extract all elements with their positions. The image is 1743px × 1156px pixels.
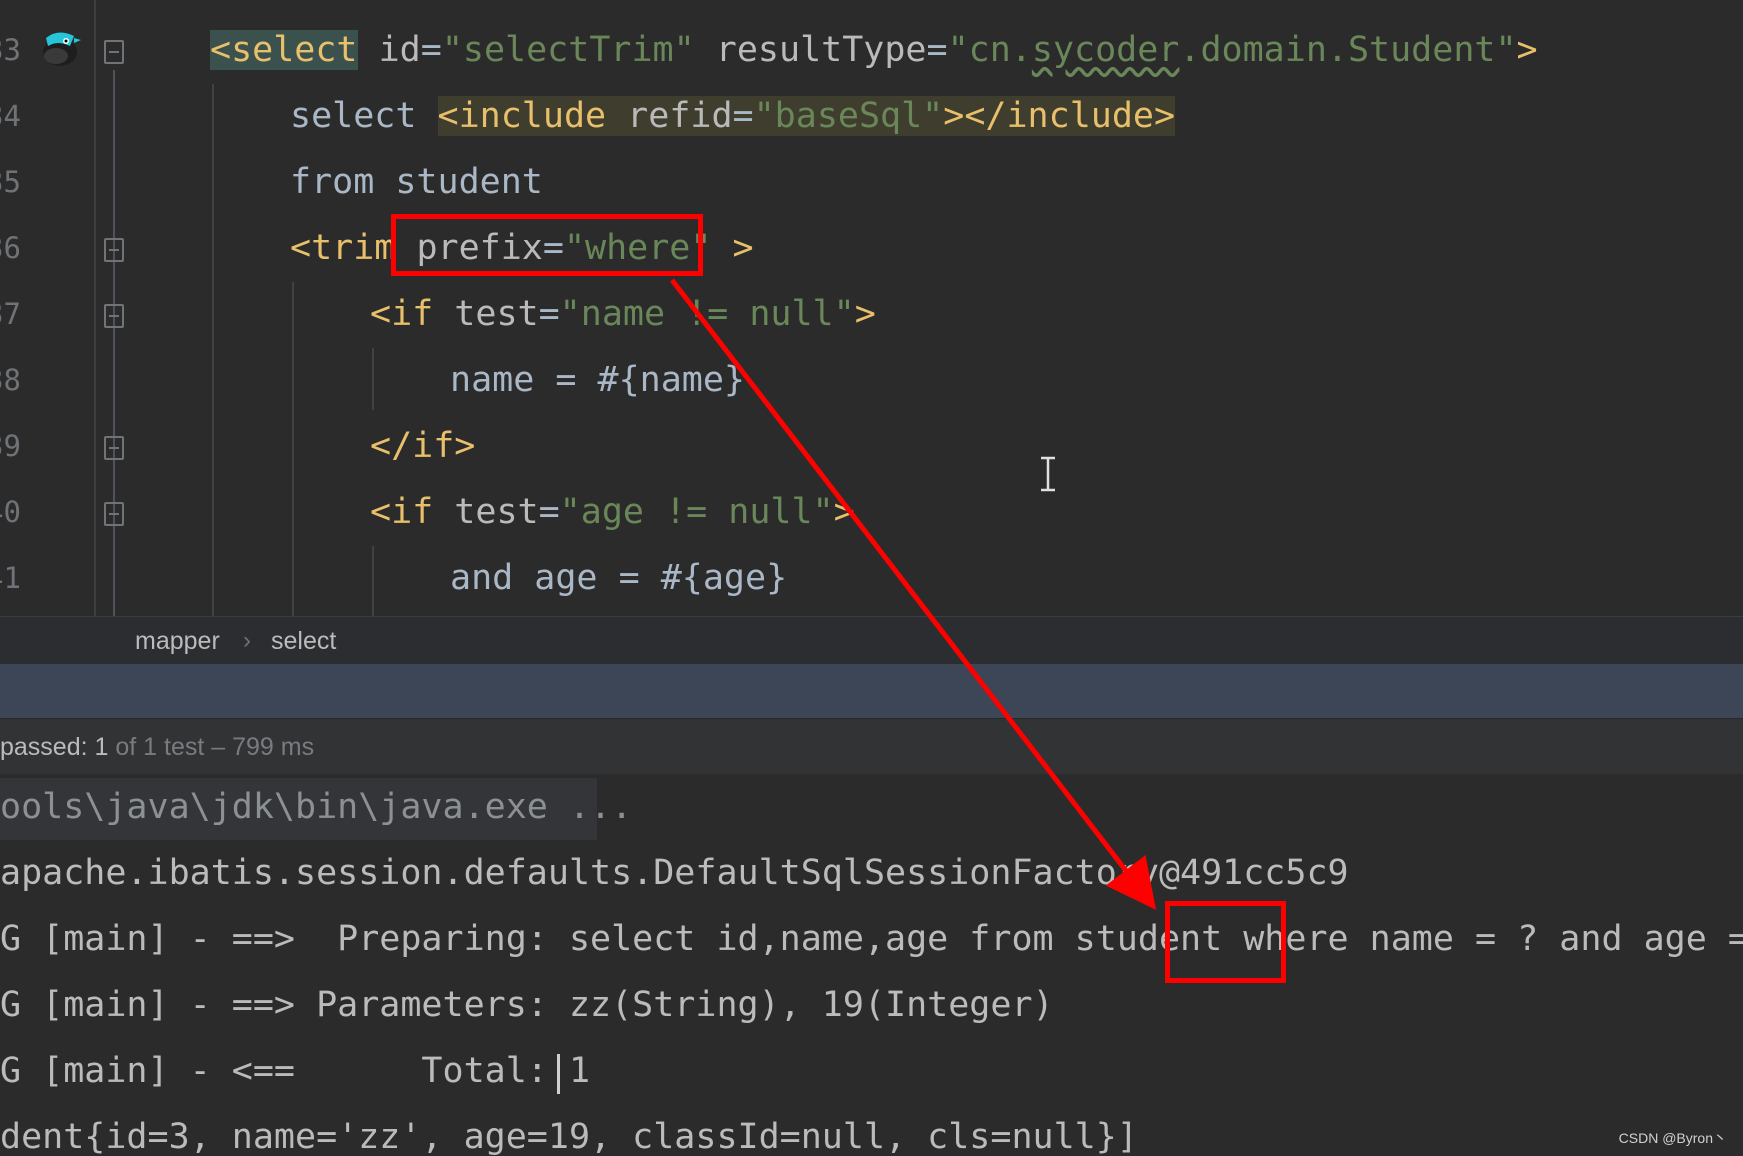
code-line[interactable]: <if test="name != null"> bbox=[0, 281, 1743, 347]
code-token: "cn. bbox=[948, 30, 1032, 70]
console-line-result: dent{id=3, name='zz', age=19, classId=nu… bbox=[0, 1104, 1138, 1156]
code-token: .domain.Student" bbox=[1179, 30, 1516, 70]
code-line[interactable]: <trim prefix="where" > bbox=[0, 215, 1743, 281]
code-token bbox=[695, 30, 716, 70]
code-token bbox=[358, 30, 379, 70]
code-token: </if> bbox=[370, 426, 475, 466]
code-token: > bbox=[855, 294, 876, 334]
code-token: = bbox=[539, 492, 560, 532]
code-token: <if bbox=[370, 294, 433, 334]
annotation-box-prefix bbox=[391, 214, 703, 276]
code-token: <select bbox=[210, 30, 358, 70]
code-token: = bbox=[539, 294, 560, 334]
text-caret bbox=[557, 1054, 560, 1094]
code-token: <trim bbox=[290, 228, 395, 268]
console-line-preparing: G [main] - ==> Preparing: select id,name… bbox=[0, 906, 1743, 972]
breadcrumb-item-mapper[interactable]: mapper bbox=[135, 617, 220, 665]
code-line[interactable]: <select id="selectTrim" resultType="cn.s… bbox=[0, 17, 1743, 83]
console-line-total: G [main] - <== Total: 1 bbox=[0, 1038, 590, 1104]
console-command-line[interactable]: ools\java\jdk\bin\java.exe ... bbox=[0, 774, 632, 840]
code-token: test bbox=[454, 492, 538, 532]
text-cursor-icon bbox=[1039, 456, 1057, 492]
code-token: "selectTrim" bbox=[442, 30, 695, 70]
code-token: <if bbox=[370, 492, 433, 532]
code-token: and age = #{age} bbox=[450, 558, 787, 598]
code-line[interactable]: and age = #{age} bbox=[0, 545, 1743, 611]
code-editor[interactable]: 33 34 35 36 37 38 39 40 41 <select id="s… bbox=[0, 0, 1743, 616]
code-token: = bbox=[927, 30, 948, 70]
annotation-box-where bbox=[1165, 901, 1286, 983]
code-token: = bbox=[421, 30, 442, 70]
code-token: <include bbox=[438, 96, 628, 136]
breadcrumb-item-select[interactable]: select bbox=[271, 617, 336, 665]
code-token bbox=[433, 294, 454, 334]
run-console[interactable]: ools\java\jdk\bin\java.exe ... apache.ib… bbox=[0, 774, 1743, 1156]
tests-passed-label: passed: 1 bbox=[0, 733, 108, 761]
code-line[interactable]: from student bbox=[0, 149, 1743, 215]
code-line[interactable]: name = #{name} bbox=[0, 347, 1743, 413]
code-token: test bbox=[454, 294, 538, 334]
code-token: from student bbox=[290, 162, 543, 202]
code-token: sycoder bbox=[1032, 30, 1180, 70]
tests-summary-label: of 1 test – 799 ms bbox=[108, 733, 314, 761]
code-token: id bbox=[379, 30, 421, 70]
code-token bbox=[433, 492, 454, 532]
code-token: ></include> bbox=[943, 96, 1175, 136]
test-status-bar: passed: 1 of 1 test – 799 ms bbox=[0, 718, 1743, 775]
code-token: select bbox=[290, 96, 438, 136]
breadcrumb: mapper › select bbox=[0, 616, 1743, 665]
code-token: "name != null" bbox=[560, 294, 855, 334]
code-token: > bbox=[1517, 30, 1538, 70]
code-line[interactable]: <if test="age != null"> bbox=[0, 479, 1743, 545]
breadcrumb-separator-icon: › bbox=[243, 617, 251, 665]
console-line-parameters: G [main] - ==> Parameters: zz(String), 1… bbox=[0, 972, 1054, 1038]
code-token: "age != null" bbox=[560, 492, 834, 532]
code-token bbox=[711, 228, 732, 268]
watermark-credit: CSDN @Byron丶 bbox=[1619, 1128, 1727, 1148]
code-token: > bbox=[834, 492, 855, 532]
code-token: refid bbox=[627, 96, 732, 136]
code-token: > bbox=[733, 228, 754, 268]
code-token: = bbox=[733, 96, 754, 136]
code-token: name = #{name} bbox=[450, 360, 745, 400]
code-line[interactable]: select <include refid="baseSql"></includ… bbox=[0, 83, 1743, 149]
code-token: "baseSql" bbox=[754, 96, 944, 136]
code-token: resultType bbox=[716, 30, 927, 70]
code-line[interactable]: </if> bbox=[0, 413, 1743, 479]
run-tool-window-header bbox=[0, 664, 1743, 718]
console-line: apache.ibatis.session.defaults.DefaultSq… bbox=[0, 840, 1349, 906]
